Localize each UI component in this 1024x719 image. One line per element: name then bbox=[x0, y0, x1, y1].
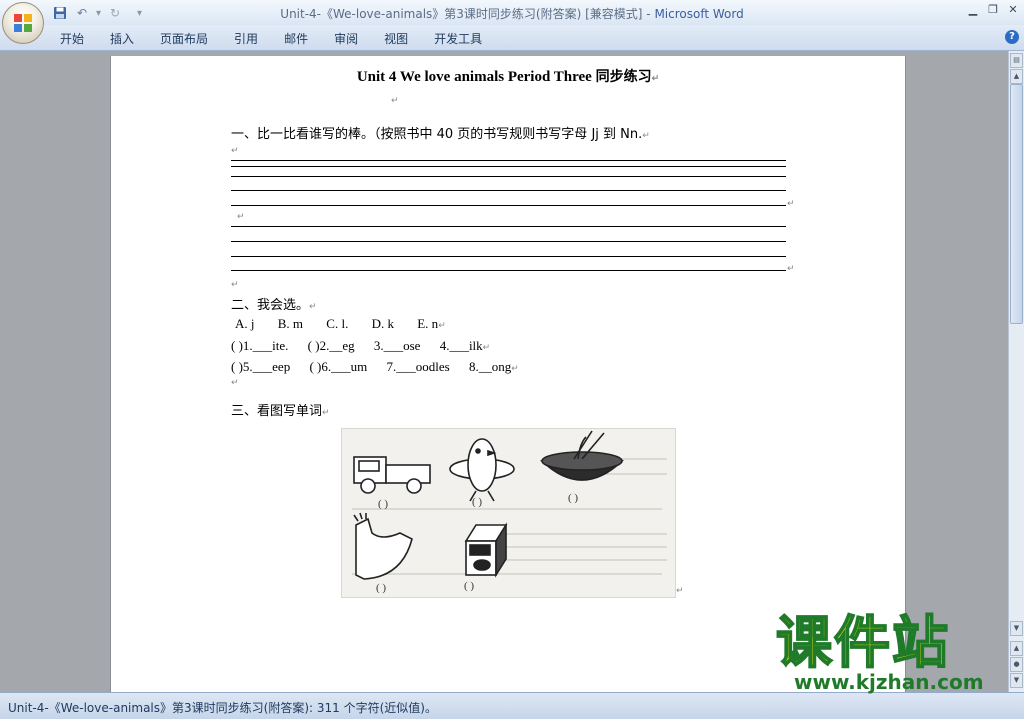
writing-line bbox=[231, 256, 786, 257]
tab-references[interactable]: 引用 bbox=[224, 30, 268, 47]
writing-line bbox=[231, 166, 786, 167]
paragraph-mark-icon: ↵ bbox=[391, 96, 399, 106]
questions-row-2: ( )5.___eep ( )6.___um 7.___oodles 8.__o… bbox=[231, 359, 519, 375]
questions-row-1: ( )1.___ite. ( )2.__eg 3.___ose 4.___ilk… bbox=[231, 338, 490, 354]
question-4: 4.___ilk bbox=[439, 338, 483, 353]
status-bar: Unit-4-《We-love-animals》第3课时同步练习(附答案): 3… bbox=[0, 692, 1024, 719]
paragraph-mark-icon: ↵ bbox=[787, 199, 795, 209]
question-3: 3.___ose bbox=[373, 338, 421, 353]
vertical-scrollbar[interactable]: ▤ ▲ ▼ ▲ ● ▼ bbox=[1008, 51, 1024, 692]
site-watermark: 课件站 www.kjzhan.com bbox=[770, 611, 1010, 695]
section-1-heading: 一、比一比看谁写的棒。（按照书中 40 页的书写规则书写字母 Jj 到 Nn.↵ bbox=[231, 123, 650, 142]
question-8: 8.__ong bbox=[468, 359, 512, 374]
next-page-icon[interactable]: ▼ bbox=[1010, 673, 1023, 688]
writing-line bbox=[231, 226, 786, 227]
document-page[interactable]: Unit 4 We love animals Period Three 同步练习… bbox=[110, 56, 906, 692]
tab-home[interactable]: 开始 bbox=[50, 30, 94, 47]
minimize-icon[interactable]: ▁ bbox=[968, 3, 978, 16]
paragraph-mark-icon: ↵ bbox=[511, 363, 519, 373]
writing-line bbox=[231, 190, 786, 191]
office-button[interactable] bbox=[2, 2, 44, 44]
question-1: ( )1.___ite. bbox=[231, 338, 289, 353]
chick-icon bbox=[449, 438, 515, 502]
question-7: 7.___oodles bbox=[386, 359, 450, 374]
milk-icon bbox=[464, 522, 508, 578]
writing-line bbox=[231, 270, 786, 271]
scrollbar-thumb[interactable] bbox=[1010, 84, 1023, 324]
window-controls: ▁ ❐ ✕ bbox=[968, 3, 1018, 16]
ribbon-tab-bar: 开始 插入 页面布局 引用 邮件 审阅 视图 开发工具 ? bbox=[0, 25, 1024, 51]
paragraph-mark-icon: ↵ bbox=[438, 320, 446, 330]
svg-text:( ): ( ) bbox=[568, 492, 578, 504]
paragraph-mark-icon: ↵ bbox=[309, 302, 317, 312]
option-d: D. k bbox=[371, 316, 394, 331]
option-c: C. l. bbox=[326, 316, 349, 331]
paragraph-mark-icon: ↵ bbox=[231, 378, 239, 388]
svg-text:( ): ( ) bbox=[378, 498, 388, 510]
scroll-up-icon[interactable]: ▲ bbox=[1010, 69, 1023, 84]
svg-text:( ): ( ) bbox=[472, 496, 482, 508]
section-1-text: 一、比一比看谁写的棒。（按照书中 40 页的书写规则书写字母 Jj 到 Nn. bbox=[231, 127, 643, 142]
window-title-app: Microsoft Word bbox=[654, 7, 744, 21]
question-2: ( )2.__eg bbox=[307, 338, 355, 353]
section-3-text: 三、看图写单词 bbox=[231, 404, 323, 419]
svg-text:( ): ( ) bbox=[464, 580, 474, 592]
writing-line bbox=[231, 205, 786, 206]
document-title-cn: 同步练习 bbox=[595, 69, 652, 85]
window-title: Unit-4-《We-love-animals》第3课时同步练习(附答案) [兼… bbox=[0, 5, 1024, 22]
option-a: A. j bbox=[235, 316, 255, 331]
option-e: E. n bbox=[417, 316, 439, 331]
help-icon[interactable]: ? bbox=[1005, 30, 1019, 44]
svg-text:( ): ( ) bbox=[376, 582, 386, 594]
noodles-icon bbox=[539, 430, 625, 481]
previous-page-icon[interactable]: ▲ bbox=[1010, 641, 1023, 656]
exercise-picture[interactable]: ( ) ( ) () () () bbox=[341, 428, 676, 598]
writing-line bbox=[231, 160, 786, 161]
watermark-logo-text: 课件站 bbox=[775, 611, 950, 676]
tab-view[interactable]: 视图 bbox=[374, 30, 418, 47]
paragraph-mark-icon: ↵ bbox=[651, 73, 660, 83]
paragraph-mark-icon: ↵ bbox=[676, 586, 684, 596]
watermark-url: www.kjzhan.com bbox=[794, 670, 984, 694]
status-text: Unit-4-《We-love-animals》第3课时同步练习(附答案): 3… bbox=[8, 701, 437, 715]
paragraph-mark-icon: ↵ bbox=[237, 212, 245, 222]
restore-icon[interactable]: ❐ bbox=[988, 3, 998, 16]
title-bar: ↶ ▾ ↻ ▾ Unit-4-《We-love-animals》第3课时同步练习… bbox=[0, 0, 1024, 25]
office-logo-icon bbox=[14, 14, 32, 32]
window-title-doc: Unit-4-《We-love-animals》第3课时同步练习(附答案) [兼… bbox=[280, 7, 655, 21]
paragraph-mark-icon: ↵ bbox=[787, 264, 795, 274]
section-2-text: 二、我会选。 bbox=[231, 298, 310, 313]
ribbon-tabs: 开始 插入 页面布局 引用 邮件 审阅 视图 开发工具 bbox=[50, 30, 498, 47]
tab-insert[interactable]: 插入 bbox=[100, 30, 144, 47]
document-title: Unit 4 We love animals Period Three 同步练习… bbox=[111, 66, 905, 86]
arm-icon bbox=[353, 512, 413, 580]
select-browse-object-icon[interactable]: ● bbox=[1010, 657, 1023, 672]
writing-line bbox=[231, 176, 786, 177]
question-5: ( )5.___eep bbox=[231, 359, 291, 374]
paragraph-mark-icon: ↵ bbox=[231, 146, 239, 156]
question-6: ( )6.___um bbox=[309, 359, 368, 374]
paragraph-mark-icon: ↵ bbox=[482, 342, 491, 352]
truck-icon bbox=[353, 456, 431, 494]
section-2-heading: 二、我会选。↵ bbox=[231, 294, 317, 313]
ruler-toggle-icon[interactable]: ▤ bbox=[1010, 53, 1023, 68]
paragraph-mark-icon: ↵ bbox=[231, 280, 239, 290]
paragraph-mark-icon: ↵ bbox=[322, 408, 330, 418]
writing-line bbox=[231, 241, 786, 242]
options-row: A. j B. m C. l. D. k E. n↵ bbox=[235, 316, 446, 332]
document-area: Unit 4 We love animals Period Three 同步练习… bbox=[0, 51, 1008, 692]
section-3-heading: 三、看图写单词↵ bbox=[231, 400, 330, 419]
exercise-picture-drawing: ( ) ( ) () () () bbox=[352, 430, 667, 594]
tab-mailings[interactable]: 邮件 bbox=[274, 30, 318, 47]
tab-page-layout[interactable]: 页面布局 bbox=[150, 30, 218, 47]
document-title-en: Unit 4 We love animals Period Three bbox=[356, 69, 596, 85]
close-icon[interactable]: ✕ bbox=[1008, 3, 1018, 16]
tab-developer[interactable]: 开发工具 bbox=[424, 30, 492, 47]
option-b: B. m bbox=[277, 316, 304, 331]
scroll-down-icon[interactable]: ▼ bbox=[1010, 621, 1023, 636]
paragraph-mark-icon: ↵ bbox=[642, 131, 650, 141]
tab-review[interactable]: 审阅 bbox=[324, 30, 368, 47]
